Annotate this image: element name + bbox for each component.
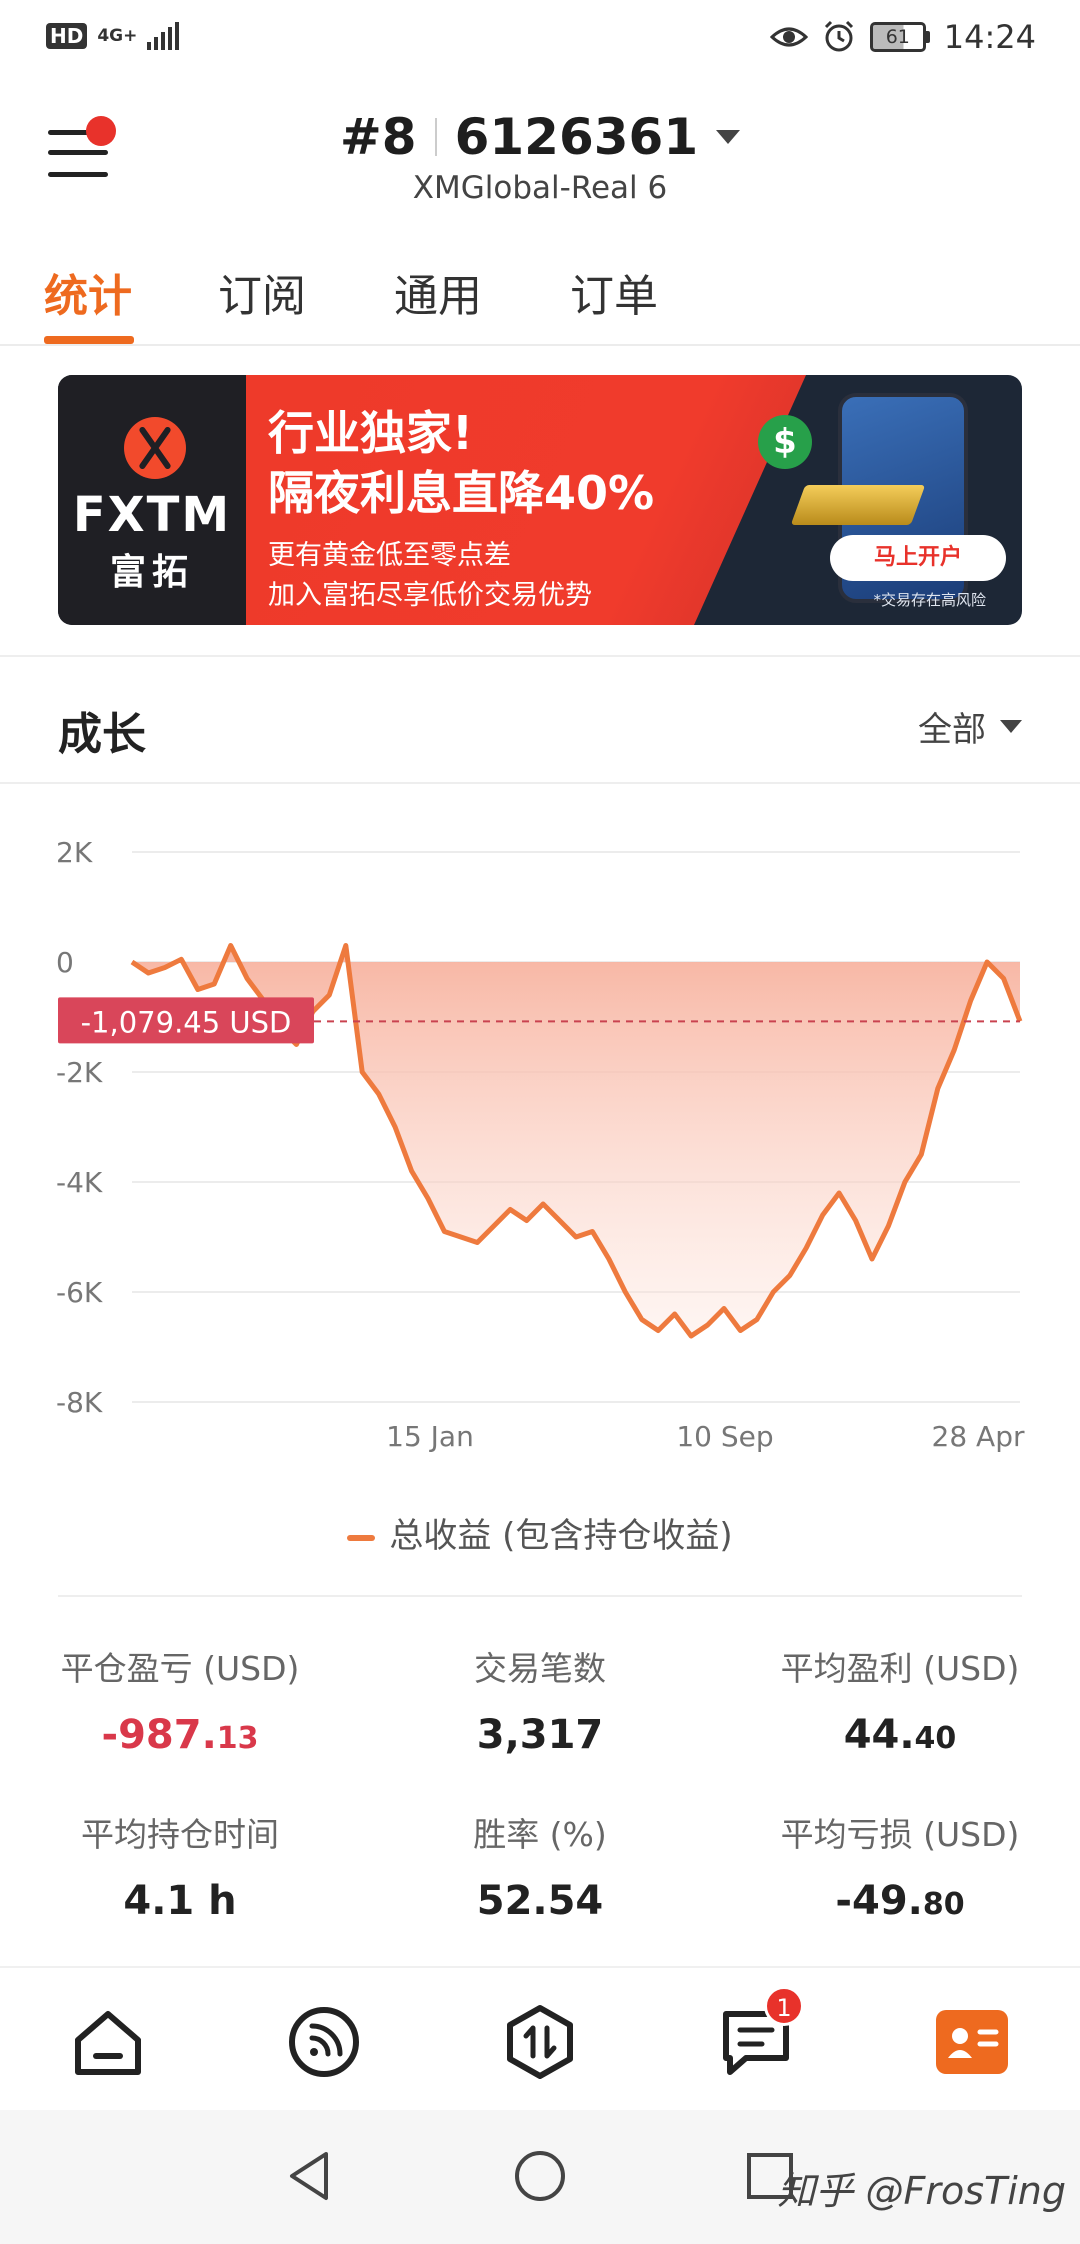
period-filter[interactable]: 全部: [918, 702, 1022, 751]
stat-avg-profit: 平均盈利 (USD) 44.40: [780, 1649, 1020, 1758]
clock: 14:24: [943, 18, 1036, 56]
current-value-label: -1,079.45 USD: [81, 1005, 292, 1039]
network-type: 4G+: [97, 26, 138, 46]
tab-general[interactable]: 通用: [394, 260, 482, 324]
status-bar: HD 4G+ 61 14:24: [0, 0, 1080, 86]
alarm-icon: [824, 20, 853, 52]
nav-messages[interactable]: 1: [716, 1986, 804, 2082]
status-left: HD 4G+: [46, 22, 180, 50]
legend-swatch: [347, 1534, 376, 1541]
nav-home[interactable]: [68, 2002, 148, 2082]
growth-header: 成长 全部: [0, 660, 1080, 784]
chart-legend: 总收益 (包含持仓收益): [0, 1508, 1080, 1557]
feed-icon: [289, 2007, 359, 2077]
watermark: 知乎 @FrosTing: [777, 2169, 1066, 2213]
banner-headline: 行业独家!: [268, 406, 473, 460]
account-number: 6126361: [454, 108, 699, 166]
hd-indicator: HD: [46, 23, 88, 49]
growth-chart-svg: 2K 0 -2K -4K -6K -8K 15 Jan 10 Sep 28 Apr -1,079.…: [56, 836, 1025, 1453]
banner-headline-2: 隔夜利息直降40%: [268, 466, 655, 520]
stat-closed-pnl: 平仓盈亏 (USD) -987.13: [60, 1649, 300, 1758]
y-tick-label: -4K: [56, 1166, 103, 1199]
legend-label: 总收益 (包含持仓收益): [389, 1516, 733, 1556]
y-tick-label: -8K: [56, 1386, 103, 1419]
dollar-icon: $: [758, 415, 812, 469]
stat-win-rate: 胜率 (%) 52.54: [473, 1815, 607, 1924]
account-server: XMGlobal-Real 6: [412, 170, 668, 206]
divider: [58, 1595, 1022, 1597]
stat-avg-hold-time: 平均持仓时间 4.1 h: [81, 1815, 279, 1924]
tab-orders[interactable]: 订单: [570, 260, 658, 324]
bottom-nav: 1: [0, 1968, 1080, 2110]
account-selector[interactable]: #8 6126361 XMGlobal-Real 6: [0, 108, 1080, 206]
eye-comfort-icon: [769, 27, 808, 47]
home-icon: [75, 2011, 141, 2075]
back-icon[interactable]: [282, 2148, 338, 2204]
system-nav: 知乎 @FrosTing: [0, 2110, 1080, 2244]
profile-icon: [936, 2010, 1008, 2074]
y-tick-label: 0: [56, 946, 74, 979]
period-filter-label: 全部: [918, 710, 986, 750]
gold-bar-illustration: [790, 485, 926, 525]
nav-profile[interactable]: [932, 2002, 1012, 2082]
battery-icon: 61: [869, 22, 930, 52]
banner-subtext: 更有黄金低至零点差: [268, 540, 511, 571]
home-circle-icon[interactable]: [512, 2148, 568, 2204]
promo-banner[interactable]: FXTM 富拓 行业独家! 隔夜利息直降40% 更有黄金低至零点差 加入富拓尽享…: [58, 375, 1022, 625]
fxtm-logo: FXTM 富拓: [58, 375, 246, 625]
y-tick-label: -6K: [56, 1276, 103, 1309]
x-tick-label: 28 Apr: [932, 1420, 1025, 1453]
tab-statistics[interactable]: 统计: [44, 260, 132, 324]
active-tab-indicator: [44, 336, 134, 344]
chevron-down-icon: [716, 130, 741, 144]
nav-feed[interactable]: [284, 2002, 364, 2082]
open-account-button[interactable]: 马上开户: [830, 535, 1006, 581]
growth-title: 成长: [58, 709, 146, 760]
nav-trade[interactable]: [500, 2002, 580, 2082]
stat-avg-loss: 平均亏损 (USD) -49.80: [780, 1815, 1020, 1924]
section-divider: [0, 655, 1080, 657]
tab-subscribe[interactable]: 订阅: [218, 260, 306, 324]
y-tick-label: -2K: [56, 1056, 103, 1089]
y-tick-label: 2K: [56, 836, 93, 869]
stat-trade-count: 交易笔数 3,317: [474, 1649, 606, 1758]
chevron-down-icon: [1000, 720, 1022, 733]
app-header: #8 6126361 XMGlobal-Real 6: [0, 86, 1080, 226]
growth-chart[interactable]: 2K 0 -2K -4K -6K -8K 15 Jan 10 Sep 28 Apr -1,079.…: [0, 786, 1080, 1556]
signal-icon: [147, 22, 180, 50]
app-screen: HD 4G+ 61 14:24 #8 6126361 XMGlobal-Real…: [0, 0, 1080, 2244]
banner-subtext-2: 加入富拓尽享低价交易优势: [268, 580, 592, 611]
tab-bar: 统计 订阅 通用 订单: [0, 250, 1080, 346]
messages-badge: 1: [764, 1986, 804, 2026]
trade-icon: [507, 2005, 573, 2079]
x-tick-label: 10 Sep: [676, 1420, 773, 1453]
fxtm-logo-mark: [124, 417, 186, 479]
account-index: #8: [339, 108, 417, 166]
status-right: 61 14:24: [769, 18, 1036, 56]
x-tick-label: 15 Jan: [386, 1420, 474, 1453]
risk-disclaimer: *交易存在高风险: [873, 591, 986, 609]
